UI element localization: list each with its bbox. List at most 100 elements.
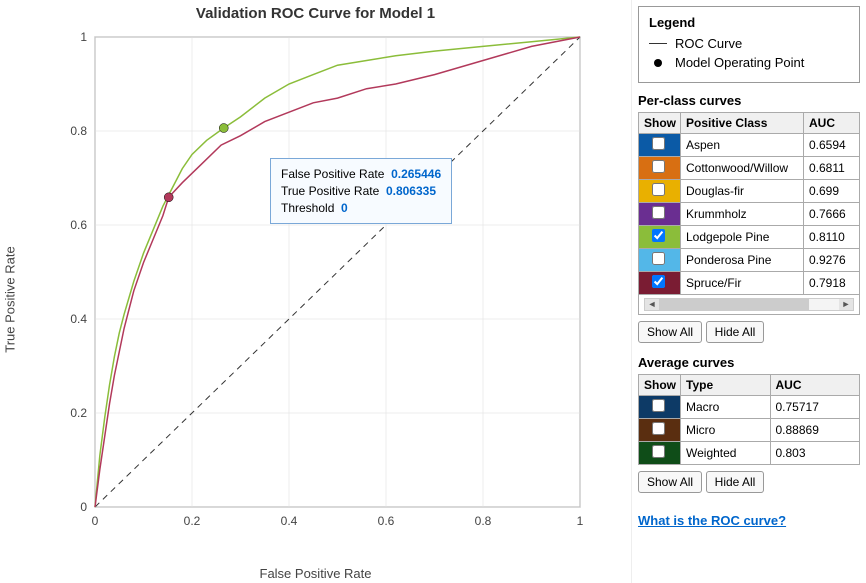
class-name: Macro — [681, 396, 771, 419]
show-checkbox[interactable] — [652, 275, 665, 288]
table-row: Lodgepole Pine0.8110 — [639, 226, 860, 249]
auc-value: 0.7666 — [804, 203, 860, 226]
show-checkbox[interactable] — [652, 445, 665, 458]
svg-text:0.2: 0.2 — [184, 514, 201, 528]
tooltip-tpr-label: True Positive Rate — [281, 184, 379, 198]
class-name: Aspen — [681, 134, 804, 157]
hide-all-button[interactable]: Hide All — [706, 471, 765, 493]
show-cell[interactable] — [639, 396, 681, 419]
scroll-left-icon[interactable]: ◄ — [645, 299, 659, 310]
col-class: Positive Class — [681, 113, 804, 134]
per-class-table: Show Positive Class AUC Aspen0.6594Cotto… — [638, 112, 860, 315]
x-axis-label: False Positive Rate — [260, 566, 372, 581]
tooltip-thresh-value: 0 — [341, 201, 348, 215]
legend-title: Legend — [649, 15, 849, 30]
data-tooltip: False Positive Rate 0.265446 True Positi… — [270, 158, 452, 224]
class-name: Krummholz — [681, 203, 804, 226]
help-link[interactable]: What is the ROC curve? — [638, 513, 786, 528]
show-cell[interactable] — [639, 134, 681, 157]
scroll-thumb[interactable] — [659, 299, 809, 310]
plot-area[interactable]: 0 0.2 0.4 0.6 0.8 1 0 0.2 0.4 0.6 0.8 1 False Posit… — [55, 27, 626, 557]
show-checkbox[interactable] — [652, 252, 665, 265]
dot-icon — [654, 59, 662, 67]
chart-panel: Validation ROC Curve for Model 1 True Po… — [0, 0, 631, 583]
auc-value: 0.803 — [770, 442, 860, 465]
svg-text:1: 1 — [577, 514, 584, 528]
legend-op-label: Model Operating Point — [675, 55, 804, 70]
table-row: Douglas-fir0.699 — [639, 180, 860, 203]
show-cell[interactable] — [639, 272, 681, 295]
show-all-button[interactable]: Show All — [638, 471, 702, 493]
col-auc: AUC — [770, 375, 860, 396]
show-cell[interactable] — [639, 203, 681, 226]
hide-all-button[interactable]: Hide All — [706, 321, 765, 343]
chart-title: Validation ROC Curve for Model 1 — [5, 5, 626, 22]
legend-roc-row: ROC Curve — [649, 36, 849, 51]
per-class-title: Per-class curves — [638, 93, 860, 108]
show-checkbox[interactable] — [652, 160, 665, 173]
col-auc: AUC — [804, 113, 860, 134]
auc-value: 0.9276 — [804, 249, 860, 272]
show-cell[interactable] — [639, 226, 681, 249]
table-row: Weighted0.803 — [639, 442, 860, 465]
show-cell[interactable] — [639, 249, 681, 272]
show-cell[interactable] — [639, 442, 681, 465]
svg-text:0.2: 0.2 — [70, 406, 87, 420]
average-table: Show Type AUC Macro0.75717Micro0.88869We… — [638, 374, 860, 465]
table-row: Ponderosa Pine0.9276 — [639, 249, 860, 272]
svg-text:0.8: 0.8 — [475, 514, 492, 528]
show-checkbox[interactable] — [652, 229, 665, 242]
show-checkbox[interactable] — [652, 206, 665, 219]
col-show: Show — [639, 113, 681, 134]
svg-text:0.6: 0.6 — [378, 514, 395, 528]
class-name: Weighted — [681, 442, 771, 465]
table-row: Spruce/Fir0.7918 — [639, 272, 860, 295]
tooltip-thresh-label: Threshold — [281, 201, 334, 215]
show-checkbox[interactable] — [652, 422, 665, 435]
show-checkbox[interactable] — [652, 399, 665, 412]
auc-value: 0.6594 — [804, 134, 860, 157]
class-name: Lodgepole Pine — [681, 226, 804, 249]
legend-box: Legend ROC Curve Model Operating Point — [638, 6, 860, 83]
show-cell[interactable] — [639, 419, 681, 442]
col-show: Show — [639, 375, 681, 396]
legend-roc-label: ROC Curve — [675, 36, 742, 51]
svg-text:0.8: 0.8 — [70, 124, 87, 138]
auc-value: 0.75717 — [770, 396, 860, 419]
table-row: Cottonwood/Willow0.6811 — [639, 157, 860, 180]
show-checkbox[interactable] — [652, 183, 665, 196]
table-row: Krummholz0.7666 — [639, 203, 860, 226]
horizontal-scrollbar[interactable]: ◄► — [644, 298, 854, 311]
auc-value: 0.6811 — [804, 157, 860, 180]
tooltip-fpr-label: False Positive Rate — [281, 167, 384, 181]
auc-value: 0.699 — [804, 180, 860, 203]
tooltip-tpr-value: 0.806335 — [386, 184, 436, 198]
class-name: Cottonwood/Willow — [681, 157, 804, 180]
table-row: Micro0.88869 — [639, 419, 860, 442]
svg-text:1: 1 — [80, 30, 87, 44]
svg-text:0.6: 0.6 — [70, 218, 87, 232]
roc-plot-svg[interactable]: 0 0.2 0.4 0.6 0.8 1 0 0.2 0.4 0.6 0.8 1 — [55, 27, 610, 557]
auc-value: 0.7918 — [804, 272, 860, 295]
show-checkbox[interactable] — [652, 137, 665, 150]
average-title: Average curves — [638, 355, 860, 370]
svg-text:0.4: 0.4 — [281, 514, 298, 528]
show-all-button[interactable]: Show All — [638, 321, 702, 343]
class-name: Ponderosa Pine — [681, 249, 804, 272]
class-name: Douglas-fir — [681, 180, 804, 203]
show-cell[interactable] — [639, 180, 681, 203]
show-cell[interactable] — [639, 157, 681, 180]
auc-value: 0.8110 — [804, 226, 860, 249]
class-name: Micro — [681, 419, 771, 442]
legend-op-row: Model Operating Point — [649, 55, 849, 70]
tooltip-fpr-value: 0.265446 — [391, 167, 441, 181]
line-icon — [649, 43, 667, 45]
y-axis-label: True Positive Rate — [3, 246, 18, 352]
table-row: Macro0.75717 — [639, 396, 860, 419]
svg-text:0.4: 0.4 — [70, 312, 87, 326]
svg-text:0: 0 — [92, 514, 99, 528]
side-panel: Legend ROC Curve Model Operating Point P… — [631, 0, 866, 583]
scroll-right-icon[interactable]: ► — [839, 299, 853, 310]
auc-value: 0.88869 — [770, 419, 860, 442]
class-name: Spruce/Fir — [681, 272, 804, 295]
